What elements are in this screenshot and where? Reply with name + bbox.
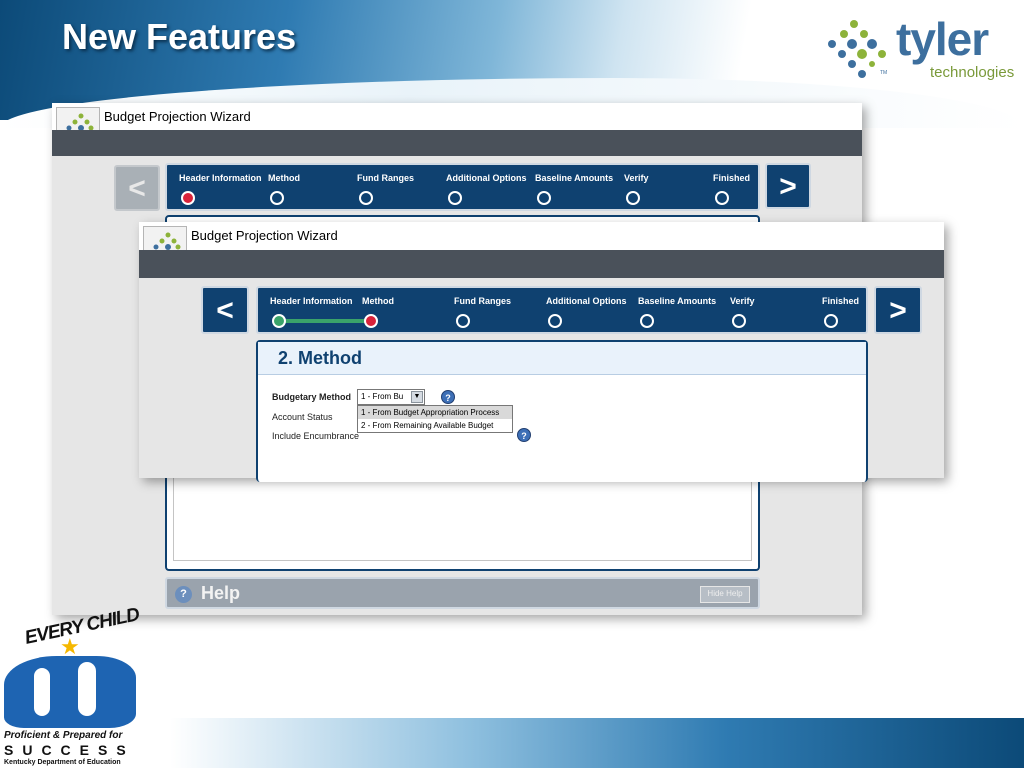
step-indicator xyxy=(456,314,470,328)
step-indicator xyxy=(448,191,462,205)
include-encumbrance-label: Include Encumbrance xyxy=(272,431,360,441)
step-indicator xyxy=(359,191,373,205)
kentucky-state-shape xyxy=(4,656,136,728)
step-label: Baseline Amounts xyxy=(638,296,717,306)
window-titlebar: Budget Projection Wizard xyxy=(139,222,944,270)
step-label: Verify xyxy=(730,296,755,306)
step-indicator xyxy=(626,191,640,205)
step-label: Fund Ranges xyxy=(454,296,512,306)
step-label: Finished xyxy=(713,173,751,183)
account-status-label: Account Status xyxy=(272,412,333,422)
every-child-logo: EVERY CHILD ★ Proficient & Prepared for … xyxy=(0,604,160,768)
help-bar: ? Help Hide Help xyxy=(165,577,760,609)
step-tracker: Header Information Method Fund Ranges Ad… xyxy=(165,163,760,211)
window-title: Budget Projection Wizard xyxy=(104,109,251,124)
window-titlebar: Budget Projection Wizard xyxy=(52,103,862,151)
child-figure-icon xyxy=(34,668,50,716)
step-label: Fund Ranges xyxy=(357,173,415,183)
logo-tagline: Proficient & Prepared for xyxy=(4,730,123,741)
tyler-wordmark: tyler xyxy=(896,13,989,65)
step-label: Method xyxy=(362,296,394,306)
slide-title: New Features xyxy=(62,16,297,57)
front-wizard-window: Budget Projection Wizard < Header Inform… xyxy=(139,222,944,482)
child-figure-icon xyxy=(78,662,96,716)
step-indicator xyxy=(824,314,838,328)
step-indicator xyxy=(364,314,378,328)
bottom-band xyxy=(170,718,1024,768)
window-toolbar xyxy=(52,130,862,156)
step-tracker: Header Information Method Fund Ranges Ad… xyxy=(256,286,868,334)
prev-step-button[interactable]: < xyxy=(114,165,160,211)
panel-header: 2. Method xyxy=(258,342,866,375)
help-label: Help xyxy=(201,583,241,603)
step-label: Verify xyxy=(624,173,649,183)
prev-step-button[interactable]: < xyxy=(201,286,249,334)
step-label: Header Information xyxy=(270,296,353,306)
hide-help-button[interactable]: Hide Help xyxy=(700,586,750,603)
step-indicator xyxy=(732,314,746,328)
step-indicator xyxy=(548,314,562,328)
budgetary-method-help-icon[interactable]: ? xyxy=(441,390,455,404)
progress-line xyxy=(278,319,372,323)
step-label: Additional Options xyxy=(446,173,527,183)
tyler-subtitle: technologies xyxy=(930,64,1015,81)
budgetary-method-label: Budgetary Method xyxy=(272,392,352,402)
window-toolbar xyxy=(139,250,944,278)
step-indicator xyxy=(640,314,654,328)
step-indicator xyxy=(272,314,286,328)
dropdown-option[interactable]: 1 - From Budget Appropriation Process xyxy=(358,406,512,419)
trademark: TM xyxy=(880,70,888,76)
help-icon: ? xyxy=(175,586,192,603)
step-label: Method xyxy=(268,173,300,183)
method-panel: 2. Method Budgetary Method 1 - From Bu ▼… xyxy=(256,340,868,482)
tyler-logo: tyler technologies TM xyxy=(822,13,1017,86)
step-label: Baseline Amounts xyxy=(535,173,614,183)
step-label: Finished xyxy=(822,296,860,306)
step-indicator xyxy=(537,191,551,205)
step-indicator xyxy=(181,191,195,205)
panel-title: 2. Method xyxy=(278,348,362,368)
chevron-down-icon[interactable]: ▼ xyxy=(411,391,423,403)
step-label: Header Information xyxy=(179,173,262,183)
logo-department: Kentucky Department of Education xyxy=(4,759,121,766)
logo-success: SUCCESS xyxy=(4,742,135,758)
dropdown-option[interactable]: 2 - From Remaining Available Budget xyxy=(358,419,512,432)
budgetary-method-dropdown: 1 - From Budget Appropriation Process 2 … xyxy=(357,405,513,433)
next-step-button[interactable]: > xyxy=(874,286,922,334)
step-indicator xyxy=(715,191,729,205)
step-indicator xyxy=(270,191,284,205)
step-label: Additional Options xyxy=(546,296,627,306)
select-value: 1 - From Bu xyxy=(361,392,404,401)
include-encumbrance-help-icon[interactable]: ? xyxy=(517,428,531,442)
window-title: Budget Projection Wizard xyxy=(191,228,338,243)
star-icon: ★ xyxy=(60,634,80,659)
next-step-button[interactable]: > xyxy=(765,163,811,209)
budgetary-method-select[interactable]: 1 - From Bu ▼ xyxy=(357,389,425,405)
